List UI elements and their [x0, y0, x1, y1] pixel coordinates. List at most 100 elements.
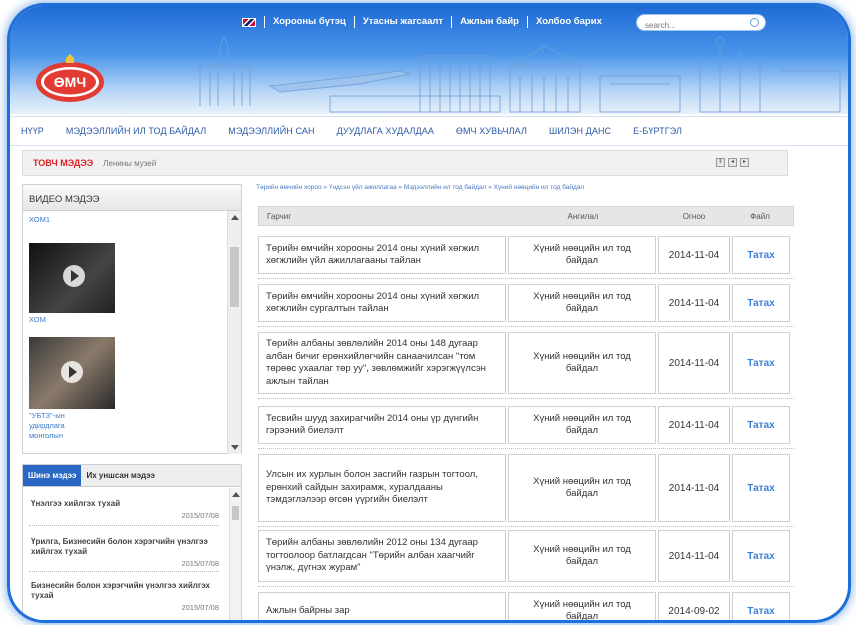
- top-navigation: Хорооны бүтэц Утасны жагсаалт Ажлын байр…: [242, 16, 610, 28]
- row-title[interactable]: Төрийн албаны зөвлөлийн 2012 оны 134 дуг…: [258, 530, 506, 582]
- row-date: 2014-11-04: [658, 236, 730, 274]
- row-category: Хүний нөөцийн ил тод байдал: [508, 236, 656, 274]
- tab-latest-news[interactable]: Шинэ мэдээ: [23, 465, 82, 486]
- divider: [29, 571, 219, 572]
- scroll-thumb[interactable]: [230, 247, 239, 307]
- news-tabs: Шинэ мэдээ Их уншсан мэдээ: [23, 465, 241, 487]
- table-row: Төрийн албаны зөвлөлийн 2014 оны 148 дуг…: [258, 332, 794, 394]
- main-menu: НҮҮР МЭДЭЭЛЛИЙН ИЛ ТОД БАЙДАЛ МЭДЭЭЛЛИЙН…: [10, 116, 848, 146]
- download-link[interactable]: Татах: [732, 284, 790, 322]
- play-icon[interactable]: [61, 361, 83, 383]
- video-thumbnail[interactable]: [29, 337, 115, 409]
- row-date: 2014-11-04: [658, 454, 730, 522]
- row-category: Хүний нөөцийн ил тод байдал: [508, 530, 656, 582]
- divider: [258, 526, 794, 527]
- sidebar: ВИДЕО МЭДЭЭ ХОМ1 ХОМ "УБТЗ"-ын удирдлага…: [22, 184, 242, 620]
- video-panel: ВИДЕО МЭДЭЭ ХОМ1 ХОМ "УБТЗ"-ын удирдлага…: [22, 184, 242, 454]
- documents-table: Гарчиг Ангилал Огноо Файл Төрийн өмчийн …: [258, 206, 794, 620]
- scroll-up-icon[interactable]: [232, 492, 240, 497]
- row-category: Хүний нөөцийн ил тод байдал: [508, 454, 656, 522]
- divider: [258, 278, 794, 279]
- menu-item-transparency[interactable]: МЭДЭЭЛЛИЙН ИЛ ТОД БАЙДАЛ: [55, 126, 217, 136]
- search-icon[interactable]: [750, 18, 759, 27]
- ticker-prev-icon[interactable]: ◂: [728, 158, 737, 167]
- row-date: 2014-11-04: [658, 332, 730, 394]
- ticker-title: ТОВЧ МЭДЭЭ: [33, 158, 94, 168]
- download-link[interactable]: Татах: [732, 236, 790, 274]
- logo[interactable]: ӨМЧ: [32, 54, 112, 104]
- topnav-link-structure[interactable]: Хорооны бүтэц: [264, 16, 354, 28]
- topnav-link-jobs[interactable]: Ажлын байр: [451, 16, 527, 28]
- download-link[interactable]: Татах: [732, 332, 790, 394]
- row-title[interactable]: Тесвийн шууд захирагчийн 2014 оны үр дүн…: [258, 406, 506, 444]
- scroll-thumb[interactable]: [232, 506, 239, 520]
- search-box: [636, 14, 766, 33]
- topnav-link-contact[interactable]: Холбоо барих: [526, 16, 610, 28]
- news-item-date: 2015/07/08: [181, 511, 219, 520]
- menu-item-auction[interactable]: ДУУДЛАГА ХУДАЛДАА: [326, 126, 445, 136]
- news-panel: Шинэ мэдээ Их уншсан мэдээ Үнэлгээ хийлг…: [22, 464, 242, 620]
- divider: [258, 326, 794, 327]
- row-category: Хүний нөөцийн ил тод байдал: [508, 284, 656, 322]
- row-category: Хүний нөөцийн ил тод байдал: [508, 332, 656, 394]
- row-date: 2014-11-04: [658, 406, 730, 444]
- breadcrumb[interactable]: Төрийн өмчийн хороо » Үндсэн үйл ажиллаг…: [256, 184, 584, 191]
- table-row: Төрийн албаны зөвлөлийн 2012 оны 134 дуг…: [258, 530, 794, 582]
- row-title[interactable]: Төрийн өмчийн хорооны 2014 оны хүний хөг…: [258, 236, 506, 274]
- news-ticker: ТОВЧ МЭДЭЭ Ленины музей ‖ ◂ ▸: [22, 150, 788, 176]
- menu-item-privatization[interactable]: ӨМЧ ХУВЬЧЛАЛ: [445, 126, 538, 136]
- row-date: 2014-09-02: [658, 592, 730, 620]
- row-title[interactable]: Улсын их хурлын болон засгийн газрын тог…: [258, 454, 506, 522]
- tab-most-read[interactable]: Их уншсан мэдээ: [81, 465, 159, 486]
- row-title[interactable]: Төрийн өмчийн хорооны 2014 оны хүний хөг…: [258, 284, 506, 322]
- table-row: Улсын их хурлын болон засгийн газрын тог…: [258, 454, 794, 522]
- column-header-file: Файл: [750, 211, 770, 221]
- row-title[interactable]: Ажлын байрны зар: [258, 592, 506, 620]
- news-item-date: 2015/07/08: [181, 603, 219, 612]
- menu-item-e-registration[interactable]: Е-БҮРТГЭЛ: [622, 126, 693, 136]
- video-panel-title: ВИДЕО МЭДЭЭ: [23, 185, 241, 211]
- row-category: Хүний нөөцийн ил тод байдал: [508, 592, 656, 620]
- video-scrollbar[interactable]: [227, 211, 241, 454]
- search-input[interactable]: [637, 18, 747, 33]
- download-link[interactable]: Татах: [732, 530, 790, 582]
- divider: [258, 586, 794, 587]
- video-thumbnail[interactable]: [29, 243, 115, 313]
- site-header: Хорооны бүтэц Утасны жагсаалт Ажлын байр…: [10, 6, 848, 114]
- download-link[interactable]: Татах: [732, 592, 790, 620]
- video-caption[interactable]: ХОМ1: [29, 215, 50, 225]
- table-row: Тесвийн шууд захирагчийн 2014 оны үр дүн…: [258, 406, 794, 444]
- news-item-title[interactable]: Бизнесийн болон хэрэгчийн үнэлгээ хийлгэ…: [31, 581, 221, 601]
- video-caption[interactable]: ХОМ: [29, 315, 46, 325]
- browser-frame: Хорооны бүтэц Утасны жагсаалт Ажлын байр…: [10, 6, 848, 620]
- ticker-pause-icon[interactable]: ‖: [716, 158, 725, 167]
- row-title[interactable]: Төрийн албаны зөвлөлийн 2014 оны 148 дуг…: [258, 332, 506, 394]
- news-scrollbar[interactable]: [229, 488, 241, 620]
- topnav-link-phonebook[interactable]: Утасны жагсаалт: [353, 16, 451, 28]
- skyline-illustration: [199, 34, 841, 113]
- table-row: Төрийн өмчийн хорооны 2014 оны хүний хөг…: [258, 236, 794, 274]
- table-row: Ажлын байрны зар Хүний нөөцийн ил тод ба…: [258, 592, 794, 620]
- divider: [258, 398, 794, 399]
- row-date: 2014-11-04: [658, 530, 730, 582]
- scroll-down-icon[interactable]: [231, 445, 239, 450]
- uk-flag-icon[interactable]: [242, 17, 256, 27]
- video-caption[interactable]: "УБТЗ"-ын удирдлага монголын: [29, 411, 89, 441]
- menu-item-library[interactable]: МЭДЭЭЛЛИЙН САН: [217, 126, 325, 136]
- ticker-controls: ‖ ◂ ▸: [716, 158, 749, 167]
- news-item-title[interactable]: Үнэлгээ хийлгэх тухай: [31, 499, 221, 509]
- ticker-next-icon[interactable]: ▸: [740, 158, 749, 167]
- column-header-category: Ангилал: [567, 211, 599, 221]
- scroll-up-icon[interactable]: [231, 215, 239, 220]
- download-link[interactable]: Татах: [732, 454, 790, 522]
- row-category: Хүний нөөцийн ил тод байдал: [508, 406, 656, 444]
- menu-item-glass-account[interactable]: ШИЛЭН ДАНС: [538, 126, 622, 136]
- menu-item-home[interactable]: НҮҮР: [10, 126, 55, 136]
- download-link[interactable]: Татах: [732, 406, 790, 444]
- table-header: Гарчиг Ангилал Огноо Файл: [258, 206, 794, 226]
- ticker-text[interactable]: Ленины музей: [103, 159, 156, 168]
- play-icon[interactable]: [63, 265, 85, 287]
- divider: [258, 448, 794, 449]
- news-item-title[interactable]: Үрилга, Бизнесийн болон хэрэгчийн үнэлгэ…: [31, 537, 221, 557]
- table-row: Төрийн өмчийн хорооны 2014 оны хүний хөг…: [258, 284, 794, 322]
